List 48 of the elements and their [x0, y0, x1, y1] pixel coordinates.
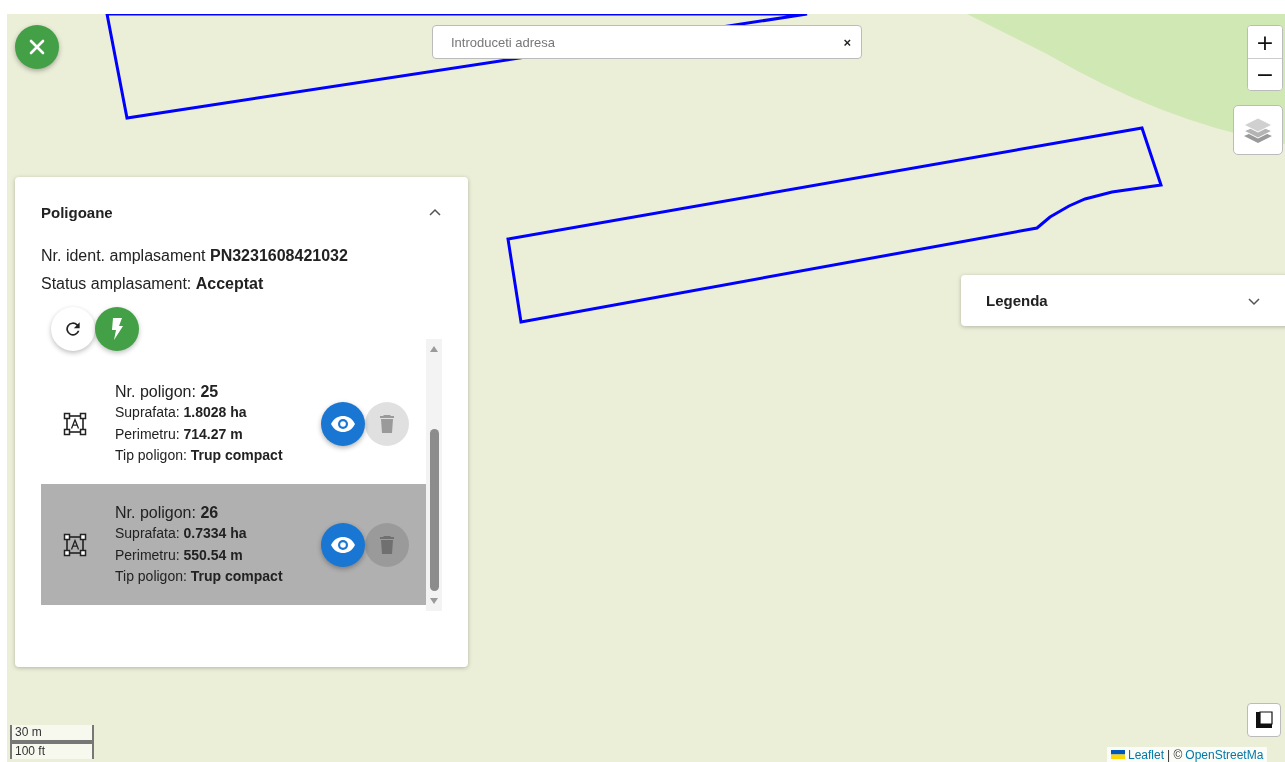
refresh-icon — [63, 319, 83, 339]
close-button[interactable] — [15, 25, 59, 69]
legend-panel[interactable]: Legenda — [961, 275, 1285, 326]
polygon-perimeter-text: Perimetru: 714.27 m — [115, 424, 244, 444]
lightning-icon — [110, 318, 124, 340]
polygon-number-text: Nr. poligon: 26 — [115, 502, 220, 523]
zoom-out-button[interactable]: − — [1248, 58, 1282, 90]
attribution-text: | © — [1167, 747, 1183, 762]
site-id-text: Nr. ident. amplasament PN3231608421032 — [41, 247, 349, 265]
scroll-up-arrow-icon[interactable] — [429, 345, 439, 353]
polygon-area-text: Suprafata: 1.8028 ha — [115, 403, 248, 422]
flash-button[interactable] — [95, 307, 139, 351]
polygon-area-text: Suprafata: 0.7334 ha — [115, 524, 248, 543]
scale-bar: 30 m — [10, 725, 94, 742]
polygon-list-item[interactable]: Nr. poligon: 25 Suprafata: 1.8028 ha Perimetru: 714.27 m Tip poligon: Trup compact — [41, 363, 426, 484]
polygon-number-text: Nr. poligon: 25 — [115, 381, 220, 402]
legend-title: Legenda — [986, 292, 1048, 309]
close-icon — [28, 38, 46, 56]
scrollbar[interactable] — [426, 339, 442, 611]
text-frame-icon — [63, 411, 87, 436]
ruler-icon — [1255, 711, 1273, 729]
polygon-list-item[interactable]: Nr. poligon: 26 Suprafata: 0.7334 ha Perimetru: 550.54 m Tip poligon: Trup compact — [41, 484, 426, 605]
trash-icon — [380, 414, 394, 433]
scroll-down-arrow-icon[interactable] — [429, 597, 439, 605]
polygon-type-text: Tip poligon: Trup compact — [115, 446, 284, 465]
layers-icon — [1243, 116, 1273, 144]
flag-icon — [1111, 750, 1125, 759]
openstreetmap-link[interactable]: OpenStreetMa — [1185, 747, 1264, 762]
eye-icon — [330, 414, 356, 433]
polygon-type-text: Tip poligon: Trup compact — [115, 567, 284, 586]
delete-button[interactable] — [365, 522, 409, 567]
panel-title: Poligoane — [41, 203, 113, 221]
text-frame-icon — [63, 532, 87, 557]
site-status-text: Status amplasament: Acceptat — [41, 275, 265, 293]
refresh-button[interactable] — [51, 307, 95, 351]
scale-bar: 100 ft — [10, 742, 94, 759]
layers-button[interactable] — [1233, 105, 1283, 155]
eye-icon — [330, 535, 356, 554]
trash-icon — [380, 535, 394, 554]
clear-button[interactable]: × — [833, 34, 861, 50]
view-button[interactable] — [321, 522, 365, 567]
view-button[interactable] — [321, 401, 365, 446]
chevron-icon[interactable] — [428, 207, 442, 217]
measure-button[interactable] — [1247, 703, 1281, 737]
delete-button[interactable] — [365, 401, 409, 446]
address-search-field[interactable]: Introduceti adresa × — [432, 25, 862, 59]
polygon-perimeter-text: Perimetru: 550.54 m — [115, 545, 244, 565]
leaflet-link[interactable]: Leaflet — [1128, 747, 1165, 762]
